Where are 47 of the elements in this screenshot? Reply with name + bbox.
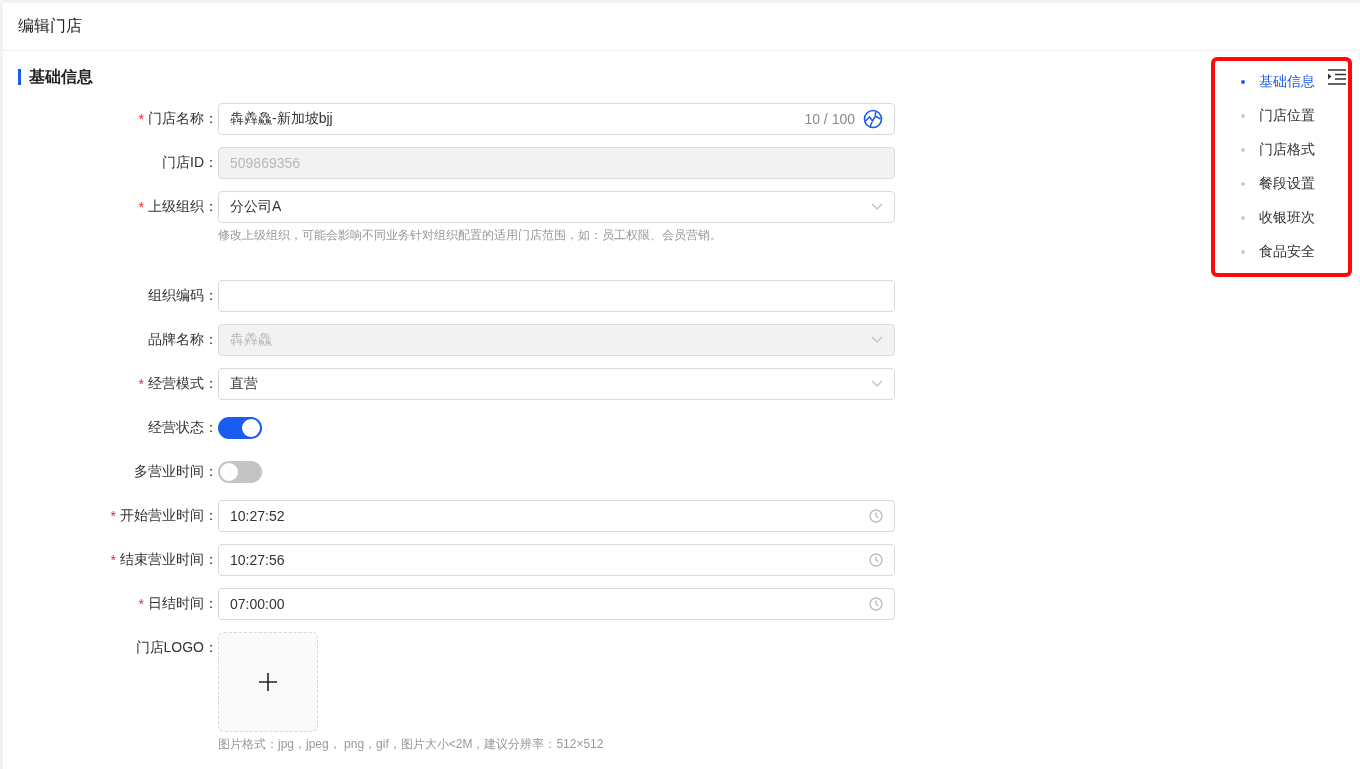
- plus-icon: [259, 673, 277, 691]
- field-label: 经营状态：: [148, 419, 218, 437]
- clock-icon: [869, 597, 883, 611]
- required-mark: *: [138, 596, 144, 612]
- page-title: 编辑门店: [18, 16, 82, 36]
- chevron-down-icon: [871, 380, 883, 388]
- anchor-link[interactable]: 门店格式: [1215, 133, 1348, 167]
- toggle-switch[interactable]: [218, 417, 262, 439]
- globe-icon[interactable]: [863, 109, 883, 129]
- select-field[interactable]: 分公司A: [218, 191, 895, 223]
- field-label: 上级组织：: [148, 198, 218, 216]
- chevron-down-icon: [871, 336, 883, 344]
- chevron-down-icon: [871, 203, 883, 211]
- anchor-link[interactable]: 收银班次: [1215, 201, 1348, 235]
- required-mark: *: [138, 199, 144, 215]
- anchor-link[interactable]: 门店位置: [1215, 99, 1348, 133]
- required-mark: *: [138, 111, 144, 127]
- field-label: 多营业时间：: [134, 463, 218, 481]
- field-label: 组织编码：: [148, 287, 218, 305]
- time-picker-field[interactable]: 10:27:56: [218, 544, 895, 576]
- anchor-link[interactable]: 基础信息: [1215, 65, 1348, 99]
- required-mark: *: [138, 376, 144, 392]
- anchor-link[interactable]: 食品安全: [1215, 235, 1348, 269]
- field-label: 结束营业时间：: [120, 551, 218, 569]
- field-label: 品牌名称：: [148, 331, 218, 349]
- text-input-field[interactable]: 犇羴鱻-新加坡bjj 10 / 100: [218, 103, 895, 135]
- field-label: 门店ID：: [162, 154, 218, 172]
- hint-text: 图片格式：jpg，jpeg， png，gif，图片大小<2M，建议分辨率：512×512: [218, 736, 605, 753]
- field-label: 日结时间：: [148, 595, 218, 613]
- required-mark: *: [110, 508, 116, 524]
- hint-text: 修改上级组织，可能会影响不同业务针对组织配置的适用门店范围，如：员工权限、会员营销。: [218, 227, 723, 244]
- field-label: 门店名称：: [148, 110, 218, 128]
- text-input-field[interactable]: [218, 280, 895, 312]
- required-mark: *: [110, 552, 116, 568]
- anchor-link[interactable]: 餐段设置: [1215, 167, 1348, 201]
- clock-icon: [869, 509, 883, 523]
- field-label: 门店LOGO：: [135, 639, 218, 657]
- time-picker-field[interactable]: 10:27:52: [218, 500, 895, 532]
- field-label: 开始营业时间：: [120, 507, 218, 525]
- clock-icon: [869, 553, 883, 567]
- character-counter: 10 / 100: [804, 111, 855, 127]
- field-label: 经营模式：: [148, 375, 218, 393]
- toggle-switch[interactable]: [218, 461, 262, 483]
- section-title: 基础信息: [18, 69, 1211, 85]
- indent-menu-icon[interactable]: [1328, 69, 1346, 85]
- time-picker-field[interactable]: 07:00:00: [218, 588, 895, 620]
- select-field[interactable]: 直营: [218, 368, 895, 400]
